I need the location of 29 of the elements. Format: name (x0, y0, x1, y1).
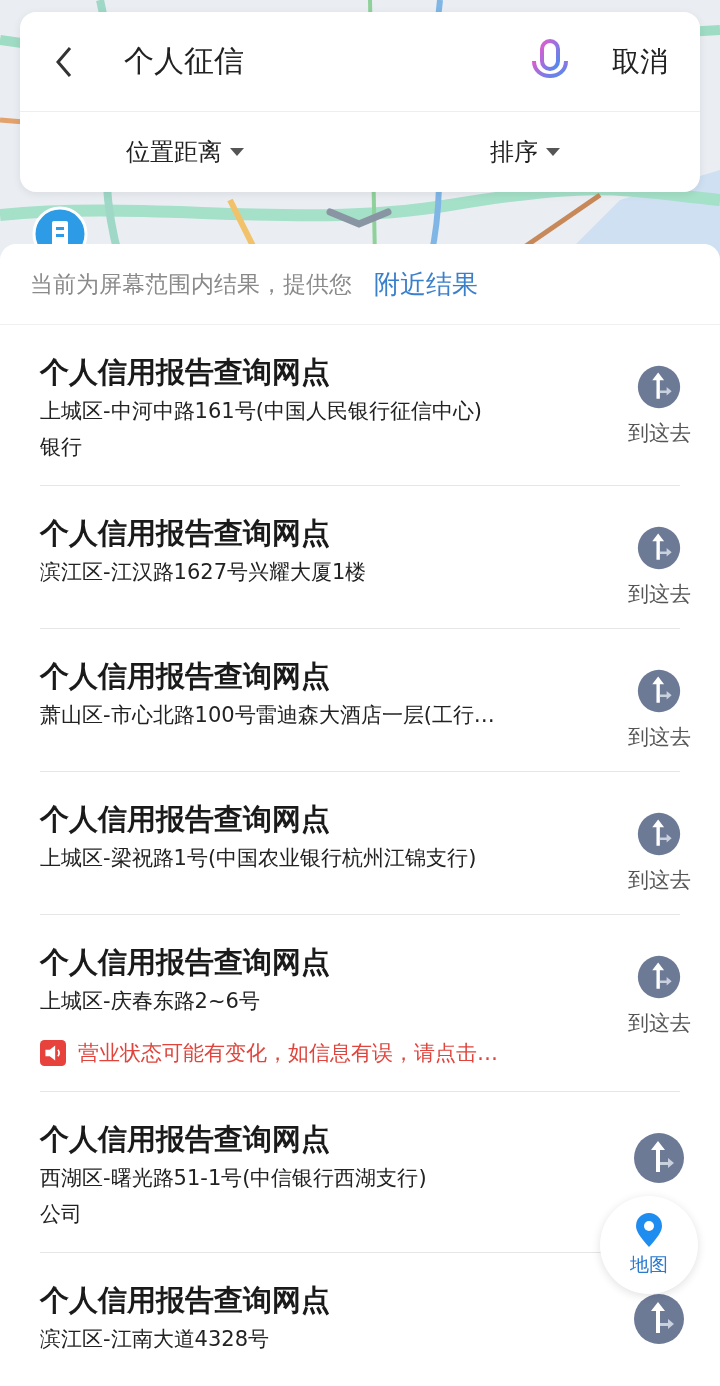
result-title[interactable]: 个人信用报告查询网点 (40, 351, 614, 393)
search-field[interactable]: 个人征信 (124, 41, 530, 82)
go-here-label[interactable]: 到这去 (627, 580, 691, 608)
result-title[interactable]: 个人信用报告查询网点 (40, 512, 614, 554)
speaker-icon (40, 1040, 66, 1066)
go-here-label[interactable]: 到这去 (627, 419, 691, 447)
result-title[interactable]: 个人信用报告查询网点 (40, 798, 614, 840)
handle-icon[interactable] (326, 208, 392, 228)
back-icon[interactable] (54, 44, 74, 79)
result-title[interactable]: 个人信用报告查询网点 (40, 655, 614, 697)
map-pin-icon (634, 1212, 664, 1248)
go-here-label[interactable]: 到这去 (627, 866, 691, 894)
status-warning[interactable]: 营业状态可能有变化，如信息有误，请点击… (78, 1035, 498, 1071)
cancel-button[interactable]: 取消 (612, 42, 668, 81)
nearby-results-link[interactable]: 附近结果 (374, 266, 478, 302)
result-category: 公司 (40, 1201, 83, 1228)
result-title[interactable]: 个人信用报告查询网点 (40, 1118, 614, 1160)
result-address: 滨江区-江南大道4328号 (40, 1326, 271, 1353)
go-here-label[interactable]: 到这去 (627, 1009, 691, 1037)
go-here-label[interactable]: 到这去 (627, 723, 691, 751)
result-category: 银行 (40, 434, 83, 461)
result-address: 上城区-梁祝路1号(中国农业银行杭州江锦支行) (40, 845, 478, 872)
result-address: 西湖区-曙光路51-1号(中信银行西湖支行) (40, 1165, 428, 1192)
result-title[interactable]: 个人信用报告查询网点 (40, 941, 614, 983)
result-address: 滨江区-江汉路1627号兴耀大厦1楼 (40, 559, 368, 586)
result-address: 上城区-庆春东路2~6号 (40, 988, 261, 1015)
result-address: 萧山区-市心北路100号雷迪森大酒店一层(工行… (40, 702, 496, 729)
info-text: 当前为屏幕范围内结果，提供您 (30, 269, 352, 299)
result-address: 上城区-中河中路161号(中国人民银行征信中心) (40, 398, 484, 425)
